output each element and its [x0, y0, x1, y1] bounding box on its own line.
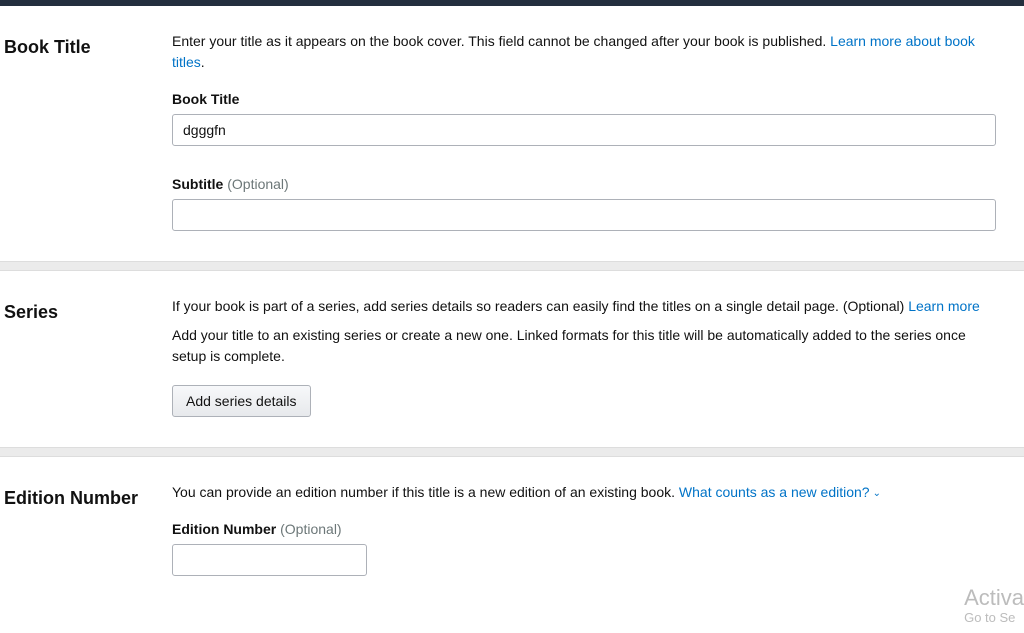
- input-edition-number[interactable]: [172, 544, 367, 576]
- description-text: Enter your title as it appears on the bo…: [172, 33, 830, 49]
- field-block-edition-number: Edition Number (Optional): [172, 521, 996, 576]
- divider: [0, 447, 1024, 457]
- description-series-2: Add your title to an existing series or …: [172, 325, 996, 367]
- section-label-series: Series: [4, 296, 172, 417]
- watermark-line1: Activa: [964, 586, 1024, 610]
- section-series: Series If your book is part of a series,…: [0, 271, 1024, 447]
- section-content-series: If your book is part of a series, add se…: [172, 296, 1024, 417]
- watermark-line2: Go to Se: [964, 610, 1024, 625]
- label-subtitle-text: Subtitle: [172, 176, 227, 192]
- description-series-text: If your book is part of a series, add se…: [172, 298, 908, 314]
- heading-series: Series: [4, 302, 162, 323]
- input-subtitle[interactable]: [172, 199, 996, 231]
- windows-activation-watermark: Activa Go to Se: [964, 586, 1024, 625]
- field-block-book-title: Book Title: [172, 91, 996, 146]
- add-series-details-button[interactable]: Add series details: [172, 385, 311, 417]
- section-content-book-title: Enter your title as it appears on the bo…: [172, 31, 1024, 231]
- input-book-title[interactable]: [172, 114, 996, 146]
- section-label-edition-number: Edition Number: [4, 482, 172, 576]
- description-edition-text: You can provide an edition number if thi…: [172, 484, 679, 500]
- description-edition-number: You can provide an edition number if thi…: [172, 482, 996, 503]
- label-subtitle: Subtitle (Optional): [172, 176, 996, 192]
- divider: [0, 261, 1024, 271]
- label-book-title: Book Title: [172, 91, 996, 107]
- chevron-down-icon: ⌄: [873, 486, 881, 501]
- label-edition-number: Edition Number (Optional): [172, 521, 996, 537]
- link-text-new-edition: What counts as a new edition?: [679, 484, 870, 500]
- description-series-1: If your book is part of a series, add se…: [172, 296, 996, 317]
- label-subtitle-optional: (Optional): [227, 176, 288, 192]
- heading-edition-number: Edition Number: [4, 488, 162, 509]
- section-content-edition-number: You can provide an edition number if thi…: [172, 482, 1024, 576]
- section-book-title: Book Title Enter your title as it appear…: [0, 6, 1024, 261]
- heading-book-title: Book Title: [4, 37, 162, 58]
- label-edition-optional: (Optional): [280, 521, 341, 537]
- field-block-subtitle: Subtitle (Optional): [172, 176, 996, 231]
- description-book-title: Enter your title as it appears on the bo…: [172, 31, 996, 73]
- label-edition-text: Edition Number: [172, 521, 280, 537]
- what-counts-new-edition-link[interactable]: What counts as a new edition?⌄: [679, 484, 881, 500]
- learn-more-series-link[interactable]: Learn more: [908, 298, 980, 314]
- section-edition-number: Edition Number You can provide an editio…: [0, 457, 1024, 586]
- section-label-book-title: Book Title: [4, 31, 172, 231]
- description-suffix: .: [201, 54, 205, 70]
